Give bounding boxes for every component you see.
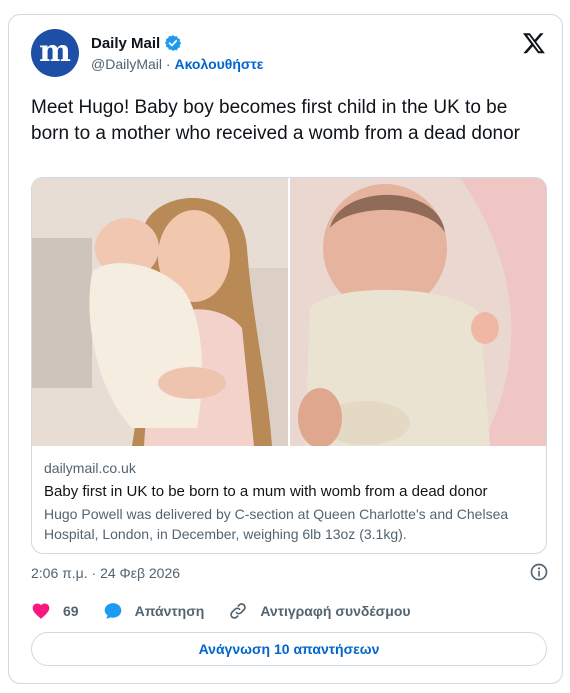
verified-badge-icon xyxy=(165,35,182,51)
photo-baby-closeup xyxy=(290,178,546,446)
reply-bubble-icon xyxy=(104,603,121,619)
read-replies-button[interactable]: Ανάγνωση 10 απαντήσεων xyxy=(31,632,547,666)
timestamp[interactable]: 2:06 π.μ. · 24 Φεβ 2026 xyxy=(31,565,180,581)
author-handle[interactable]: @DailyMail xyxy=(91,56,162,72)
handle-separator: · xyxy=(162,56,175,72)
like-count: 69 xyxy=(63,603,79,619)
tweet-header: m Daily Mail @DailyMail · Ακολουθήστε xyxy=(31,29,546,81)
link-meta[interactable]: dailymail.co.uk Baby first in UK to be b… xyxy=(32,446,546,553)
avatar-letter: m xyxy=(39,34,71,69)
reply-button[interactable]: Απάντηση xyxy=(103,601,205,621)
heart-icon xyxy=(32,603,50,619)
photo-baby-closeup-illustration xyxy=(290,178,546,446)
follow-button[interactable]: Ακολουθήστε xyxy=(174,56,263,72)
photo-collage[interactable] xyxy=(32,178,546,446)
link-icon xyxy=(230,603,247,619)
avatar[interactable]: m xyxy=(31,29,79,77)
photo-mother-holding-baby xyxy=(32,178,288,446)
timestamp-row: 2:06 π.μ. · 24 Φεβ 2026 xyxy=(31,562,549,584)
like-button[interactable]: 69 xyxy=(31,601,79,621)
tweet-text: Meet Hugo! Baby boy becomes first child … xyxy=(31,97,520,144)
author-name[interactable]: Daily Mail xyxy=(91,35,160,52)
tweet-embed-card: m Daily Mail @DailyMail · Ακολουθήστε Me… xyxy=(8,14,563,684)
author-handle-row: @DailyMail · Ακολουθήστε xyxy=(91,56,263,72)
photo-mother-holding-baby-illustration xyxy=(32,178,288,446)
link-title: Baby first in UK to be born to a mum wit… xyxy=(44,483,488,500)
reply-label: Απάντηση xyxy=(134,603,205,619)
link-preview-card[interactable]: dailymail.co.uk Baby first in UK to be b… xyxy=(31,177,547,554)
copy-link-button[interactable]: Αντιγραφή συνδέσμου xyxy=(228,601,411,621)
copy-link-label: Αντιγραφή συνδέσμου xyxy=(260,603,411,619)
author-name-row: Daily Mail xyxy=(91,34,182,52)
info-icon[interactable] xyxy=(529,562,549,582)
link-domain: dailymail.co.uk xyxy=(44,460,136,476)
x-logo-icon[interactable] xyxy=(522,31,546,55)
link-description: Hugo Powell was delivered by C-section a… xyxy=(44,506,509,542)
action-bar: 69 Απάντηση Αντιγραφή συνδέσμου xyxy=(31,599,549,623)
